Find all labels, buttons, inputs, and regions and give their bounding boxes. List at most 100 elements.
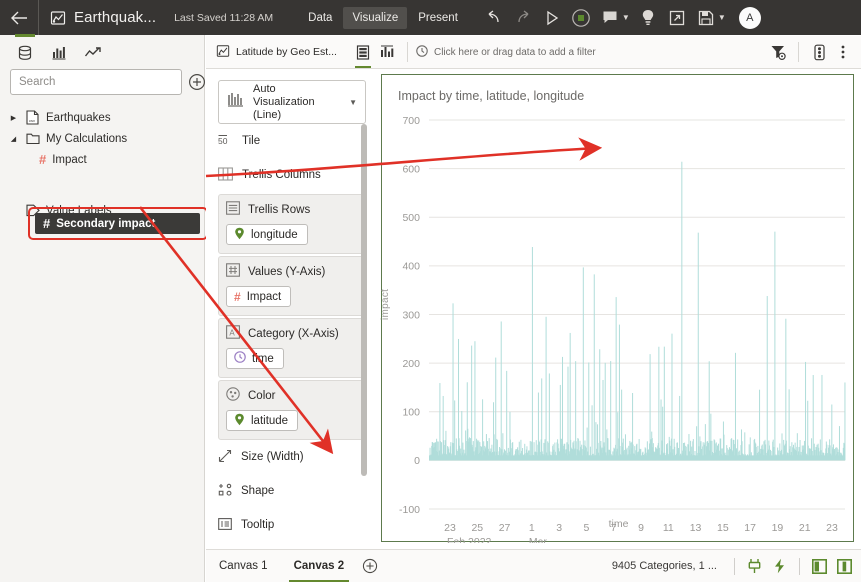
filter-dropzone[interactable]: Click here or drag data to add a filter	[416, 44, 596, 60]
bar-chart-icon[interactable]	[44, 41, 74, 65]
shelf-pill-latitude[interactable]: latitude	[226, 410, 299, 431]
avatar[interactable]: A	[738, 6, 761, 29]
redo-icon[interactable]	[510, 5, 536, 31]
menu-item-data[interactable]: Data	[299, 7, 341, 29]
chart-plot[interactable]: -100010020030040050060070023Feb 202225 27…	[382, 75, 855, 543]
svg-text:A: A	[229, 328, 235, 337]
tab-canvas-1[interactable]: Canvas 1	[206, 550, 281, 582]
trend-line-icon[interactable]	[78, 41, 108, 65]
save-icon[interactable]	[693, 5, 719, 31]
shelf-trellis-rows[interactable]: Trellis Rows longitude	[218, 194, 366, 254]
svg-text:0: 0	[414, 455, 420, 467]
tree-item-secondary-impact[interactable]: # Secondary impact	[35, 213, 200, 234]
chart-view-icon[interactable]	[375, 39, 399, 65]
shelf-label: Values (Y-Axis)	[248, 265, 326, 278]
size-icon	[218, 449, 232, 466]
add-filter-icon	[416, 44, 428, 60]
tree-item-label: My Calculations	[46, 132, 128, 145]
performance-icon[interactable]	[769, 556, 790, 577]
geo-pin-icon	[234, 227, 245, 243]
share-icon[interactable]	[664, 5, 690, 31]
x-axis-label: time	[608, 518, 629, 530]
comment-icon[interactable]	[597, 5, 623, 31]
svg-text:400: 400	[402, 261, 420, 273]
visualization-name-chip[interactable]: Latitude by Geo Est...	[206, 44, 337, 61]
divider	[798, 42, 799, 62]
tooltip-icon	[218, 517, 232, 534]
tree-item-earthquakes[interactable]: ▶ csv Earthquakes	[0, 107, 204, 128]
more-vertical-icon[interactable]	[831, 39, 855, 65]
chart-doc-icon	[50, 10, 66, 26]
number-hash-icon: #	[39, 152, 47, 167]
menu-item-present[interactable]: Present	[409, 7, 467, 29]
tree-item-impact[interactable]: # Impact	[0, 149, 204, 170]
shape-icon	[218, 483, 232, 500]
tree-item-my-calculations[interactable]: ◢ My Calculations	[0, 128, 204, 149]
shelf-label: Trellis Rows	[248, 203, 311, 216]
undo-icon[interactable]	[481, 5, 507, 31]
svg-text:-100: -100	[399, 504, 420, 516]
table-view-icon[interactable]	[351, 39, 375, 68]
back-arrow-icon[interactable]	[0, 0, 38, 35]
shelf-tile[interactable]: 50 Tile	[206, 124, 374, 158]
status-badge: 9405 Categories, 1 ...	[611, 560, 717, 572]
chart-container: Impact by time, latitude, longitude impa…	[380, 74, 855, 543]
left-data-panel: ▶ csv Earthquakes ◢ My Calculations # Im…	[0, 34, 208, 582]
shelf-title: Values (Y-Axis)	[226, 263, 358, 280]
top-bar: Earthquak... Last Saved 11:28 AM Data Vi…	[0, 0, 861, 35]
add-circle-icon[interactable]	[357, 558, 383, 574]
pill-label: latitude	[251, 414, 289, 427]
svg-text:700: 700	[402, 115, 420, 127]
add-circle-icon[interactable]	[188, 72, 206, 92]
connection-icon[interactable]	[744, 556, 765, 577]
svg-text:500: 500	[402, 212, 420, 224]
main-menu: Data Visualize Present	[299, 6, 467, 29]
csv-file-icon: csv	[25, 110, 40, 125]
search-input[interactable]	[10, 69, 182, 95]
page-title: Earthquak...	[74, 9, 157, 26]
auto-visualization-selector[interactable]: Auto Visualization (Line) ▼	[218, 80, 366, 124]
chevron-down-icon[interactable]: ▼	[718, 13, 726, 22]
filter-settings-icon[interactable]	[766, 39, 790, 65]
shelf-label: Size (Width)	[241, 451, 304, 463]
layout-left-icon[interactable]	[809, 556, 830, 577]
divider	[406, 42, 408, 62]
shelf-category-x-axis[interactable]: A Category (X-Axis) time	[218, 318, 366, 378]
chevron-down-icon[interactable]: ▼	[622, 13, 630, 22]
menu-item-visualize[interactable]: Visualize	[343, 6, 408, 29]
chevron-down-icon[interactable]: ◢	[8, 135, 19, 143]
tree-item-label: Earthquakes	[46, 111, 111, 124]
shelf-pill-impact[interactable]: # Impact	[226, 286, 292, 307]
layout-right-icon[interactable]	[834, 556, 855, 577]
shelf-tooltip[interactable]: Tooltip	[206, 508, 374, 542]
chevron-right-icon[interactable]: ▶	[8, 114, 19, 122]
shelf-shape[interactable]: Shape	[206, 474, 374, 508]
shelf-values-y-axis[interactable]: Values (Y-Axis) # Impact	[218, 256, 366, 316]
shelf-pill-time[interactable]: time	[226, 348, 284, 369]
svg-text:600: 600	[402, 163, 420, 175]
pill-label: Impact	[246, 290, 282, 303]
chevron-down-icon[interactable]: ▼	[349, 98, 357, 107]
svg-text:100: 100	[402, 407, 420, 419]
shelf-size-width[interactable]: Size (Width)	[206, 440, 374, 474]
play-icon[interactable]	[539, 5, 565, 31]
shelf-label: Trellis Columns	[242, 169, 321, 181]
data-limit-icon[interactable]	[807, 39, 831, 65]
visualization-icon	[216, 44, 230, 61]
shelf-title: A Category (X-Axis)	[226, 325, 358, 342]
lightbulb-icon[interactable]	[635, 5, 661, 31]
shelf-color[interactable]: Color latitude	[218, 380, 366, 440]
tab-canvas-2[interactable]: Canvas 2	[281, 550, 358, 582]
auto-viz-icon	[227, 91, 244, 113]
svg-text:Mar: Mar	[529, 536, 548, 543]
shelf-trellis-columns[interactable]: Trellis Columns	[206, 158, 374, 192]
category-icon: A	[226, 325, 240, 342]
database-icon[interactable]	[10, 34, 40, 65]
viz-panel-scrollbar[interactable]	[361, 124, 367, 476]
data-tree: ▶ csv Earthquakes ◢ My Calculations # Im…	[0, 107, 204, 221]
record-icon[interactable]	[568, 5, 594, 31]
pill-label: time	[252, 352, 274, 365]
bottom-bar: Canvas 1 Canvas 2 9405 Categories, 1 ...	[206, 549, 861, 582]
bottom-bar-right: 9405 Categories, 1 ...	[612, 556, 861, 577]
shelf-pill-longitude[interactable]: longitude	[226, 224, 308, 245]
